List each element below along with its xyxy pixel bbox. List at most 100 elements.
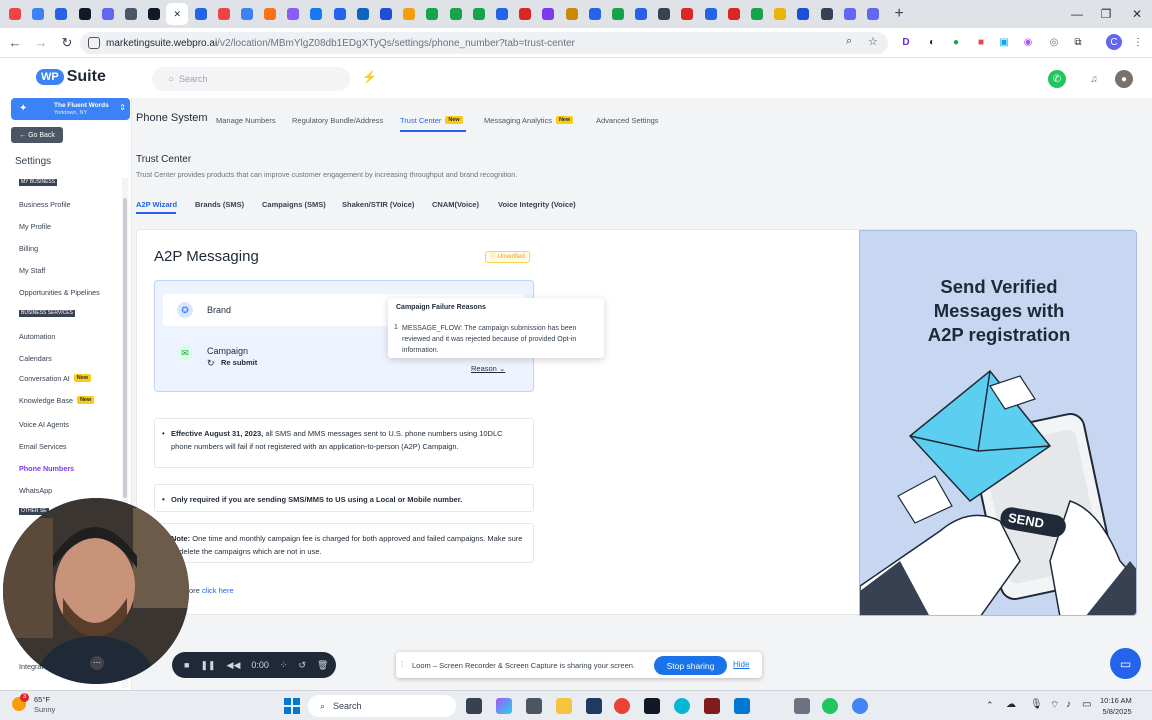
browser-tab[interactable]	[282, 3, 304, 25]
browser-tab[interactable]	[514, 3, 536, 25]
extension-record-icon[interactable]: ■	[973, 34, 989, 50]
hide-button[interactable]: Hide	[733, 660, 749, 669]
reload-icon[interactable]: ↻	[56, 32, 78, 54]
stop-record-icon[interactable]: ■	[184, 660, 189, 670]
pause-icon[interactable]: ❚❚	[200, 660, 215, 671]
sidebar-item-business-profile[interactable]: Business Profile	[19, 200, 71, 209]
browser-tab[interactable]	[97, 3, 119, 25]
extension-icon[interactable]: ◐	[924, 34, 940, 50]
microphone-icon[interactable]: 🎙	[1030, 699, 1043, 710]
close-window-icon[interactable]: ✕	[1120, 0, 1152, 28]
extension-color-icon[interactable]: ◉	[1020, 34, 1036, 50]
browser-tab[interactable]	[120, 3, 142, 25]
browser-tab[interactable]	[50, 3, 72, 25]
extensions-puzzle-icon[interactable]: ⧉	[1070, 34, 1086, 50]
browser-tab[interactable]	[653, 3, 675, 25]
chat-widget-button[interactable]: ▭	[1110, 648, 1141, 679]
browser-tab[interactable]	[816, 3, 838, 25]
browser-tab[interactable]	[259, 3, 281, 25]
browser-tab[interactable]	[305, 3, 327, 25]
browser-tab[interactable]	[375, 3, 397, 25]
global-search-input[interactable]: ○ Search	[152, 67, 350, 91]
learn-more-link[interactable]: click here	[202, 586, 234, 595]
browser-tab[interactable]	[700, 3, 722, 25]
calculator-icon[interactable]	[526, 698, 542, 714]
browser-menu-icon[interactable]: ⋮	[1130, 34, 1146, 50]
battery-icon[interactable]: ▭	[1082, 699, 1091, 710]
volume-icon[interactable]: ♪	[1066, 699, 1071, 710]
browser-tab[interactable]	[236, 3, 258, 25]
restart-icon[interactable]: ↺	[298, 660, 306, 671]
location-switcher[interactable]: ✦ The Fluent Words Yorktown, NY ⇕	[11, 98, 130, 120]
scrollbar-thumb[interactable]	[123, 198, 127, 498]
browser-tab[interactable]	[421, 3, 443, 25]
outlook-icon[interactable]	[734, 698, 750, 714]
bookmark-star-icon[interactable]: ☆	[868, 35, 878, 48]
capcut-icon[interactable]	[644, 698, 660, 714]
browser-tab-active[interactable]: ✕	[166, 3, 189, 25]
tab-messaging-analytics[interactable]: Messaging Analytics New	[484, 116, 574, 125]
reason-dropdown[interactable]: Reason ⌄	[471, 364, 505, 373]
quick-action-icon[interactable]: ⚡	[362, 70, 377, 84]
browser-tab[interactable]	[213, 3, 235, 25]
browser-tab[interactable]	[676, 3, 698, 25]
browser-tab[interactable]	[607, 3, 629, 25]
maximize-icon[interactable]: ❐	[1089, 0, 1123, 28]
canva-icon[interactable]	[674, 698, 690, 714]
url-field[interactable]: marketingsuite.webpro.ai/v2/location/MBm…	[80, 32, 888, 54]
wifi-icon[interactable]: ⌔	[1050, 699, 1059, 712]
go-back-button[interactable]: ← Go Back	[11, 127, 63, 143]
browser-tab[interactable]	[468, 3, 490, 25]
subtab-shaken-stir[interactable]: Shaken/STIR (Voice)	[342, 200, 414, 209]
user-avatar[interactable]: ●	[1115, 70, 1133, 88]
browser-tab[interactable]	[352, 3, 374, 25]
browser-tab[interactable]	[584, 3, 606, 25]
browser-tab[interactable]	[4, 3, 26, 25]
drag-handle-icon[interactable]: ⁘	[280, 660, 288, 671]
browser-tab[interactable]	[491, 3, 513, 25]
tab-regulatory-bundle[interactable]: Regulatory Bundle/Address	[292, 116, 383, 125]
file-explorer-icon[interactable]	[556, 698, 572, 714]
sidebar-item-conversation-ai[interactable]: Conversation AI New	[19, 374, 92, 383]
browser-tab[interactable]	[746, 3, 768, 25]
back-icon[interactable]: ←	[4, 32, 26, 54]
new-tab-icon[interactable]: +	[889, 4, 909, 24]
taskbar-search[interactable]: ⌕ Search	[308, 695, 456, 717]
sidebar-item-whatsapp[interactable]: WhatsApp	[19, 486, 52, 495]
extension-d-icon[interactable]: D	[898, 34, 914, 50]
browser-tab[interactable]	[561, 3, 583, 25]
extension-screen-icon[interactable]: ▣	[996, 34, 1012, 50]
browser-tab[interactable]	[398, 3, 420, 25]
notification-bell-icon[interactable]: ♫	[1085, 70, 1103, 88]
stop-sharing-button[interactable]: Stop sharing	[654, 656, 727, 675]
subtab-cnam[interactable]: CNAM(Voice)	[432, 200, 479, 209]
browser-tab[interactable]	[143, 3, 165, 25]
webcam-options-icon[interactable]: ⋯	[90, 656, 104, 670]
extension-lens-icon[interactable]: ◎	[1046, 34, 1062, 50]
tab-manage-numbers[interactable]: Manage Numbers	[216, 116, 276, 125]
browser-tab[interactable]	[27, 3, 49, 25]
sidebar-item-billing[interactable]: Billing	[19, 244, 38, 253]
extension-g-icon[interactable]: ●	[948, 34, 964, 50]
sidebar-item-knowledge-base[interactable]: Knowledge Base New	[19, 396, 95, 405]
profile-avatar-icon[interactable]: C	[1106, 34, 1122, 50]
illustrator-icon[interactable]	[704, 698, 720, 714]
sidebar-item-calendars[interactable]: Calendars	[19, 354, 52, 363]
sidebar-item-my-profile[interactable]: My Profile	[19, 222, 51, 231]
copilot-icon[interactable]	[496, 698, 512, 714]
chrome-icon[interactable]	[614, 698, 630, 714]
browser-tab[interactable]	[190, 3, 212, 25]
phone-call-icon[interactable]: ✆	[1048, 70, 1066, 88]
wp-suite-logo[interactable]: WP Suite	[36, 68, 106, 86]
browser-tab[interactable]	[537, 3, 559, 25]
browser-tab[interactable]	[862, 3, 884, 25]
drag-grip-icon[interactable]: ⁞	[401, 660, 403, 669]
forward-icon[interactable]: →	[30, 32, 52, 54]
zoom-icon[interactable]: ⌕	[846, 35, 852, 48]
browser-tab[interactable]	[769, 3, 791, 25]
browser-tab[interactable]	[839, 3, 861, 25]
sidebar-item-voice-ai-agents[interactable]: Voice AI Agents	[19, 420, 69, 429]
subtab-a2p-wizard[interactable]: A2P Wizard	[136, 200, 177, 209]
whatsapp-icon[interactable]	[822, 698, 838, 714]
resubmit-button[interactable]: Re submit	[221, 358, 257, 367]
